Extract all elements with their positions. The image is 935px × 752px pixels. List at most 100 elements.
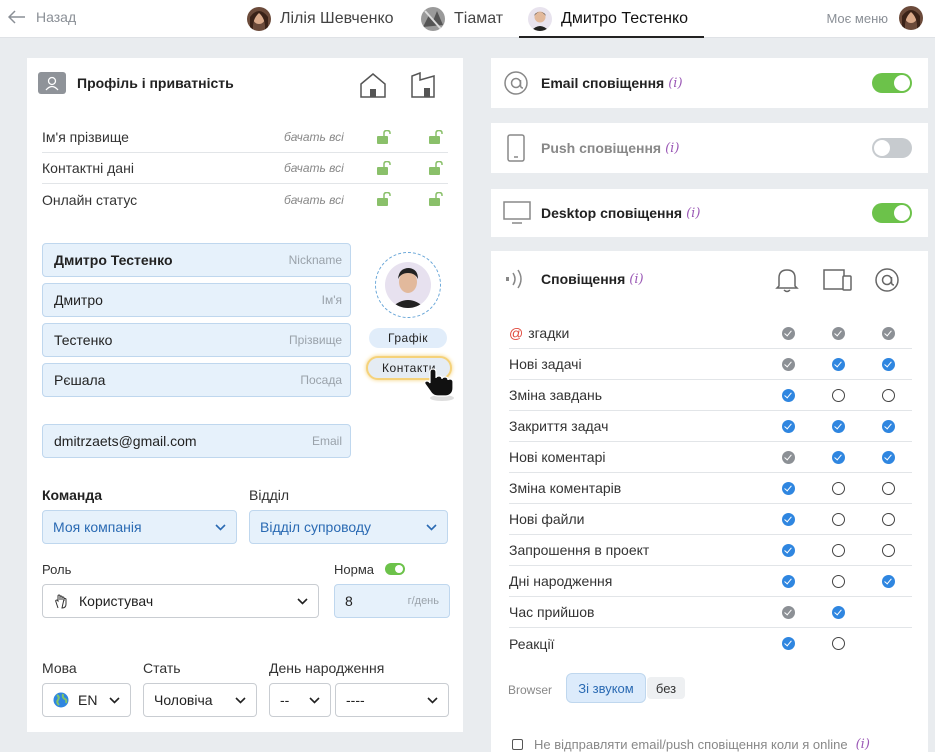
field-placeholder: Посада xyxy=(300,373,342,387)
top-bar: Назад Лілія Шевченко Тіамат Дмитро Тесте… xyxy=(0,0,935,38)
back-button[interactable]: Назад xyxy=(8,9,76,25)
my-menu[interactable]: Моє меню xyxy=(826,6,923,30)
unlock-icon[interactable] xyxy=(376,130,392,144)
team-select[interactable]: Моя компанія xyxy=(42,510,237,544)
checked-circle[interactable] xyxy=(782,327,795,340)
push-toggle[interactable] xyxy=(872,138,912,158)
notification-row: Реакції xyxy=(509,628,912,659)
notification-row: Закриття задач xyxy=(509,411,912,442)
unchecked-circle[interactable] xyxy=(832,513,845,526)
checked-circle[interactable] xyxy=(832,358,845,371)
card-title: Push сповіщення xyxy=(541,140,662,156)
unchecked-circle[interactable] xyxy=(882,544,895,557)
tab-user-liliia[interactable]: Лілія Шевченко xyxy=(247,6,394,32)
chevron-down-icon xyxy=(297,597,308,605)
tab-user-tiamat[interactable]: Тіамат xyxy=(421,6,503,32)
birthday-day-select[interactable]: -- xyxy=(269,683,331,717)
checked-circle[interactable] xyxy=(782,544,795,557)
notification-label: згадки xyxy=(528,325,570,341)
select-value: EN xyxy=(78,692,98,708)
field-placeholder: Ім'я xyxy=(321,293,342,307)
role-select[interactable]: Користувач xyxy=(42,584,319,618)
unchecked-circle[interactable] xyxy=(832,482,845,495)
visibility-text[interactable]: бачать всі xyxy=(284,193,344,207)
schedule-button[interactable]: Графік xyxy=(369,328,447,348)
unchecked-circle[interactable] xyxy=(832,637,845,650)
unchecked-circle[interactable] xyxy=(882,482,895,495)
desktop-toggle[interactable] xyxy=(872,203,912,223)
checked-circle[interactable] xyxy=(832,606,845,619)
avatar-upload[interactable] xyxy=(375,252,441,318)
info-icon[interactable]: (i) xyxy=(686,206,700,221)
last-name-field[interactable]: Тестенко Прізвище xyxy=(42,323,351,357)
tab-user-dmytro[interactable]: Дмитро Тестенко xyxy=(528,6,688,32)
unchecked-circle[interactable] xyxy=(832,575,845,588)
unlock-icon[interactable] xyxy=(428,192,444,206)
email-toggle[interactable] xyxy=(872,73,912,93)
unchecked-circle[interactable] xyxy=(882,389,895,402)
unlock-icon[interactable] xyxy=(376,161,392,175)
tab-label: Лілія Шевченко xyxy=(280,10,394,27)
email-notifications-card: Email сповіщення (i) xyxy=(491,58,928,108)
checked-circle[interactable] xyxy=(782,451,795,464)
birthday-month-select[interactable]: ---- xyxy=(335,683,449,717)
checked-circle[interactable] xyxy=(782,513,795,526)
checked-circle[interactable] xyxy=(782,606,795,619)
field-value: Дмитро Тестенко xyxy=(54,252,173,268)
checked-circle[interactable] xyxy=(882,327,895,340)
checked-circle[interactable] xyxy=(882,420,895,433)
broadcast-icon xyxy=(506,269,522,289)
notification-label: Запрошення в проект xyxy=(509,542,650,558)
online-checkbox[interactable] xyxy=(512,739,523,750)
unlock-icon[interactable] xyxy=(376,192,392,206)
position-field[interactable]: Рєшала Посада xyxy=(42,363,351,397)
email-field[interactable]: dmitrzaets@gmail.com Email xyxy=(42,424,351,458)
unlock-icon[interactable] xyxy=(428,130,444,144)
checked-circle[interactable] xyxy=(882,358,895,371)
unchecked-circle[interactable] xyxy=(832,544,845,557)
first-name-field[interactable]: Дмитро Ім'я xyxy=(42,283,351,317)
checked-circle[interactable] xyxy=(782,420,795,433)
checked-circle[interactable] xyxy=(832,451,845,464)
checked-circle[interactable] xyxy=(782,575,795,588)
notification-row: Нові коментарі xyxy=(509,442,912,473)
visibility-text[interactable]: бачать всі xyxy=(284,130,344,144)
gender-label: Стать xyxy=(143,660,181,676)
active-tab-indicator xyxy=(519,36,704,38)
info-icon[interactable]: (i) xyxy=(856,737,870,752)
visibility-text[interactable]: бачать всі xyxy=(284,161,344,175)
checked-circle[interactable] xyxy=(782,389,795,402)
checked-circle[interactable] xyxy=(882,575,895,588)
checked-circle[interactable] xyxy=(782,637,795,650)
checked-circle[interactable] xyxy=(882,451,895,464)
arrow-left-icon xyxy=(8,10,25,24)
avatar xyxy=(385,262,431,308)
nickname-field[interactable]: Дмитро Тестенко Nickname xyxy=(42,243,351,277)
monitor-icon xyxy=(503,201,531,224)
notification-row: Нові файли xyxy=(509,504,912,535)
department-select[interactable]: Відділ супроводу xyxy=(249,510,448,544)
desktop-notifications-card: Desktop сповіщення (i) xyxy=(491,189,928,237)
office-icon[interactable] xyxy=(410,72,436,98)
with-sound-button[interactable]: Зі звуком xyxy=(566,673,646,703)
info-icon[interactable]: (i) xyxy=(668,76,682,91)
unchecked-circle[interactable] xyxy=(832,389,845,402)
gender-select[interactable]: Чоловіча xyxy=(143,683,257,717)
checked-circle[interactable] xyxy=(782,482,795,495)
birthday-label: День народження xyxy=(269,660,385,676)
home-icon[interactable] xyxy=(359,72,387,98)
notification-label: Нові коментарі xyxy=(509,449,606,465)
language-select[interactable]: EN xyxy=(42,683,131,717)
info-icon[interactable]: (i) xyxy=(629,272,643,287)
checked-circle[interactable] xyxy=(782,358,795,371)
unlock-icon[interactable] xyxy=(428,161,444,175)
user-icon xyxy=(38,72,66,94)
privacy-label: Контактні дані xyxy=(42,160,134,176)
unchecked-circle[interactable] xyxy=(882,513,895,526)
without-sound-button[interactable]: без xyxy=(647,677,685,699)
checked-circle[interactable] xyxy=(832,327,845,340)
checked-circle[interactable] xyxy=(832,420,845,433)
norm-input[interactable]: 8 г/день xyxy=(334,584,450,618)
info-icon[interactable]: (i) xyxy=(665,141,679,156)
norm-toggle[interactable] xyxy=(385,563,405,575)
